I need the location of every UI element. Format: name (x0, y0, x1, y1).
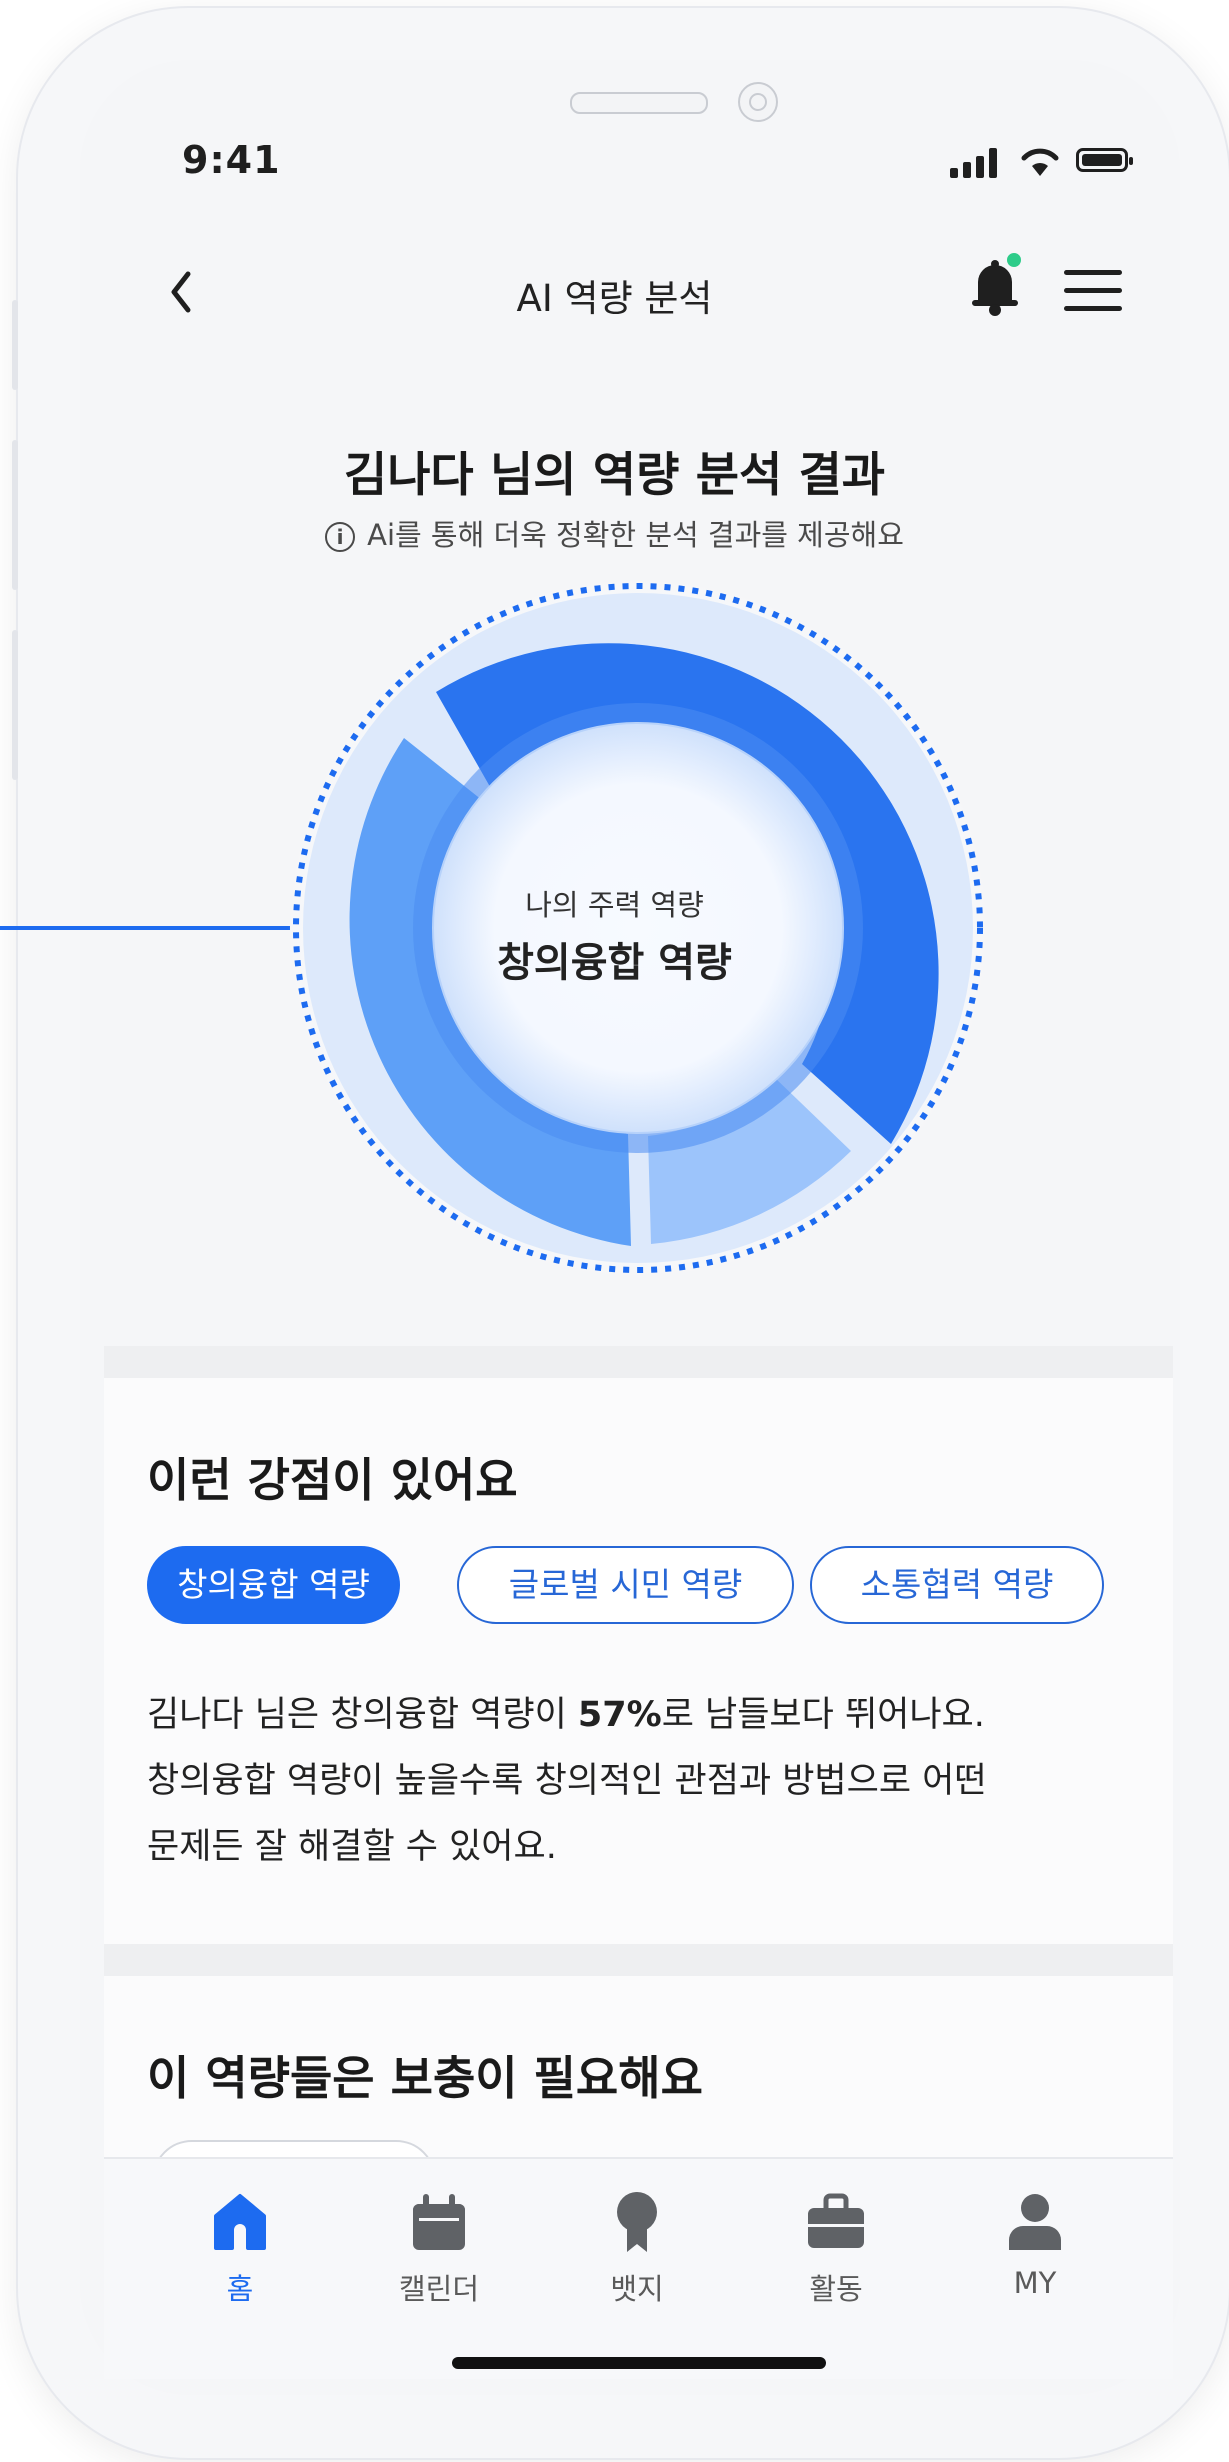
section-divider (104, 1346, 1173, 1378)
status-time: 9:41 (182, 138, 281, 182)
weakness-title: 이 역량들은 보충이 필요해요 (147, 2051, 703, 2105)
tab-my[interactable]: MY (965, 2190, 1105, 2300)
main-competency-value: 창의융합 역량 (497, 940, 732, 986)
analysis-title: 김나다 님의 역량 분석 결과 (343, 448, 886, 503)
tab-label: 홈 (226, 2272, 254, 2306)
tab-label: 뱃지 (610, 2272, 664, 2306)
section-divider (104, 1944, 1173, 1976)
home-indicator (452, 2357, 826, 2369)
tab-home[interactable]: 홈 (170, 2190, 310, 2308)
chip-global-citizen[interactable]: 글로벌 시민 역량 (457, 1546, 794, 1624)
calendar-icon (413, 2194, 465, 2250)
tab-activity[interactable]: 활동 (766, 2190, 906, 2308)
notification-bell-icon[interactable] (968, 252, 1022, 322)
status-icons (950, 142, 1140, 182)
strengths-title: 이런 강점이 있어요 (147, 1453, 518, 1507)
side-button (12, 630, 18, 780)
notification-dot (1007, 253, 1021, 267)
home-icon (214, 2194, 266, 2250)
front-camera (738, 82, 778, 122)
tab-badge[interactable]: 뱃지 (567, 2190, 707, 2308)
tab-label: 캘린더 (398, 2272, 480, 2306)
user-icon (1009, 2194, 1061, 2250)
wifi-icon (1021, 148, 1059, 176)
hamburger-menu-button[interactable] (1064, 266, 1124, 316)
chip-creative-fusion[interactable]: 창의융합 역량 (147, 1546, 400, 1624)
info-text: Ai를 통해 더욱 정확한 분석 결과를 제공해요 (367, 518, 904, 552)
briefcase-icon (808, 2193, 864, 2248)
info-icon: i (325, 522, 356, 552)
info-line: i Ai를 통해 더욱 정확한 분석 결과를 제공해요 (0, 512, 1229, 554)
main-competency-label: 나의 주력 역량 (525, 888, 704, 922)
battery-icon (1076, 148, 1133, 172)
signal-icon (950, 148, 1000, 178)
strength-description: 김나다 님은 창의융합 역량이 57%로 남들보다 뛰어나요. 창의융합 역량이… (147, 1695, 987, 1867)
strength-percent: 57% (577, 1695, 662, 1735)
chip-communication[interactable]: 소통협력 역량 (810, 1546, 1104, 1624)
page-title: AI 역량 분석 (516, 277, 713, 320)
speaker-grille (570, 92, 708, 114)
tab-label: MY (1013, 2266, 1057, 2300)
competency-donut-chart (288, 578, 988, 1278)
badge-icon (617, 2192, 657, 2252)
tab-calendar[interactable]: 캘린더 (369, 2190, 509, 2308)
tab-label: 활동 (809, 2272, 863, 2306)
chart-center (433, 723, 843, 1133)
